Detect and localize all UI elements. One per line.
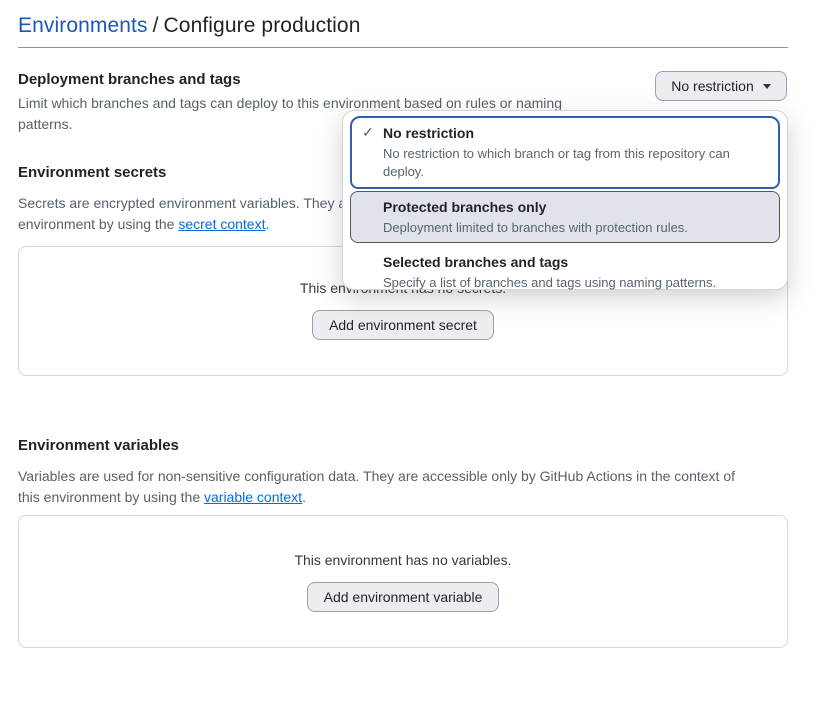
breadcrumb: Environments/Configure production: [18, 14, 361, 38]
menu-item-description: Deployment limited to branches with prot…: [383, 219, 769, 237]
menu-item-description: No restriction to which branch or tag fr…: [383, 145, 769, 181]
branch-restriction-menu: ✓ No restriction No restriction to which…: [342, 110, 788, 290]
variables-empty-box: This environment has no variables. Add e…: [18, 515, 788, 648]
variables-section-heading: Environment variables: [18, 436, 179, 456]
menu-item-no-restriction[interactable]: ✓ No restriction No restriction to which…: [350, 116, 780, 189]
add-environment-secret-button[interactable]: Add environment secret: [312, 310, 494, 340]
menu-item-selected-branches[interactable]: Selected branches and tags Specify a lis…: [350, 243, 780, 298]
variables-section-description: Variables are used for non-sensitive con…: [18, 466, 798, 508]
breadcrumb-environments-link[interactable]: Environments: [18, 14, 148, 37]
environment-config-page: Environments/Configure production Deploy…: [0, 0, 830, 715]
menu-item-protected-branches[interactable]: Protected branches only Deployment limit…: [350, 191, 780, 243]
dropdown-button-label: No restriction: [671, 78, 753, 94]
breadcrumb-separator: /: [148, 14, 164, 37]
secrets-desc-line2-text: environment by using the: [18, 216, 178, 232]
header-divider: [18, 47, 788, 48]
variables-desc-line2-text: this environment by using the: [18, 489, 204, 505]
branch-restriction-dropdown-button[interactable]: No restriction: [655, 71, 787, 101]
secret-context-link[interactable]: secret context: [178, 216, 265, 232]
caret-down-icon: [763, 84, 771, 89]
page-title: Configure production: [164, 14, 361, 37]
variable-context-link[interactable]: variable context: [204, 489, 302, 505]
deployment-section-heading: Deployment branches and tags: [18, 70, 241, 90]
add-environment-variable-button[interactable]: Add environment variable: [307, 582, 500, 612]
check-icon: ✓: [362, 124, 374, 141]
variables-desc-period: .: [302, 489, 306, 505]
variables-empty-text: This environment has no variables.: [294, 552, 511, 569]
menu-item-title: Selected branches and tags: [383, 252, 770, 272]
menu-item-description: Specify a list of branches and tags usin…: [383, 274, 770, 292]
variables-desc-line2: this environment by using the variable c…: [18, 487, 798, 508]
variables-desc-line1: Variables are used for non-sensitive con…: [18, 466, 798, 487]
menu-item-title: Protected branches only: [383, 197, 769, 217]
secrets-section-heading: Environment secrets: [18, 163, 166, 183]
secrets-desc-period: .: [265, 216, 269, 232]
menu-item-title: No restriction: [383, 123, 769, 143]
